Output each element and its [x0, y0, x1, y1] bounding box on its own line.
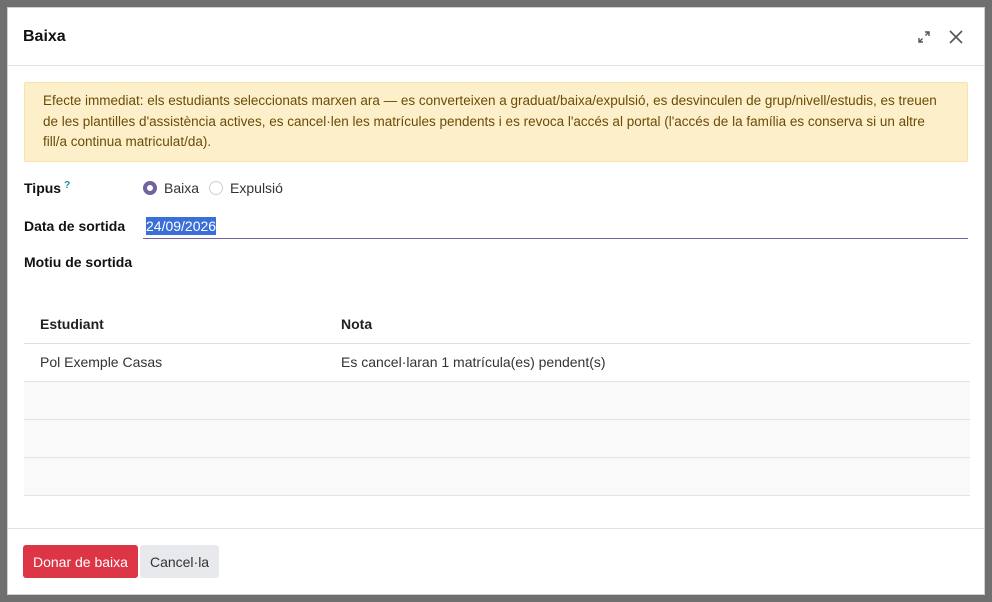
help-icon[interactable]: ? [64, 180, 70, 191]
cell-note: Es cancel·laran 1 matrícula(es) pendent(… [325, 343, 970, 382]
type-field: Tipus? Baixa Expulsió [24, 180, 968, 196]
warning-alert: Efecte immediat: els estudiants seleccio… [24, 82, 968, 162]
date-input[interactable]: 24/09/2026 [143, 213, 968, 239]
table-row[interactable]: Pol Exemple Casas Es cancel·laran 1 matr… [24, 343, 970, 382]
column-header-note[interactable]: Nota [325, 305, 970, 344]
reason-field: Motiu de sortida [24, 254, 968, 270]
expand-icon[interactable] [911, 24, 937, 50]
students-table: Estudiant Nota Pol Exemple Casas Es canc… [24, 305, 970, 496]
date-field: Data de sortida 24/09/2026 [24, 213, 968, 239]
date-label: Data de sortida [24, 218, 126, 234]
type-label: Tipus? [24, 180, 71, 196]
radio-expulsio[interactable]: Expulsió [209, 180, 283, 196]
cancel-button[interactable]: Cancel·la [139, 545, 220, 578]
type-radio-group: Baixa Expulsió [143, 180, 293, 196]
radio-unchecked-icon[interactable] [209, 181, 224, 195]
date-value: 24/09/2026 [146, 216, 217, 235]
close-icon[interactable] [943, 24, 969, 50]
warning-alert-text: Efecte immediat: els estudiants seleccio… [43, 93, 937, 149]
cell-student: Pol Exemple Casas [24, 343, 325, 382]
reason-label: Motiu de sortida [24, 254, 133, 270]
confirm-button[interactable]: Donar de baixa [23, 545, 138, 578]
table-row-empty [24, 419, 970, 458]
table-row-empty [24, 457, 970, 496]
table-header-row: Estudiant Nota [24, 305, 970, 344]
table-row-empty [24, 381, 970, 420]
dialog-header: Baixa [8, 8, 984, 66]
dialog-footer: Donar de baixa Cancel·la [8, 528, 984, 594]
dialog-title: Baixa [23, 27, 66, 45]
column-header-student[interactable]: Estudiant [24, 305, 325, 344]
radio-checked-icon[interactable] [143, 181, 157, 195]
radio-baixa[interactable]: Baixa [143, 180, 199, 196]
dialog: Baixa Efecte immediat: els estudiants se… [7, 7, 985, 595]
